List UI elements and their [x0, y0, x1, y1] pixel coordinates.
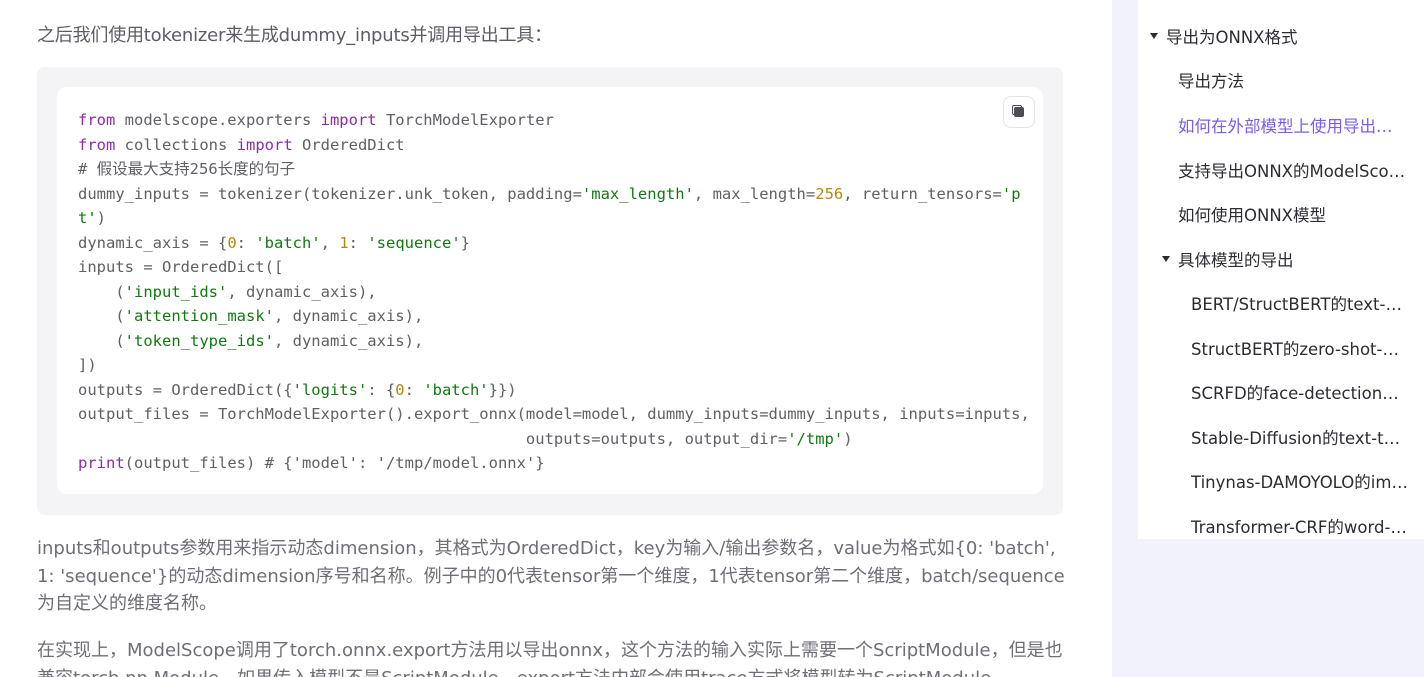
caret-down-icon[interactable]	[1150, 33, 1158, 39]
code-card: from modelscope.exporters import TorchMo…	[57, 87, 1043, 494]
article-content: 之后我们使用tokenizer来生成dummy_inputs并调用导出工具： f…	[0, 0, 1112, 677]
toc-item-supported-models[interactable]: 支持导出ONNX的ModelScope模型	[1178, 158, 1408, 182]
paragraph-implementation: 在实现上，ModelScope调用了torch.onnx.export方法用以导…	[37, 640, 1063, 677]
code-line: # 假设最大支持256长度的句子	[78, 160, 296, 178]
toc-subitem[interactable]: SCRFD的face-detection模型	[1191, 380, 1408, 404]
toc-subitem[interactable]: Stable-Diffusion的text-to-image模型	[1191, 425, 1408, 449]
toc-subitem[interactable]: Transformer-CRF的word-segmentation	[1191, 514, 1408, 538]
code-line: print(output_files) # {'model': '/tmp/mo…	[78, 454, 545, 472]
code-line: dynamic_axis = {0: 'batch', 1: 'sequence…	[78, 233, 471, 252]
code-block: from modelscope.exporters import TorchMo…	[37, 67, 1063, 515]
code-line: dummy_inputs = tokenizer(tokenizer.unk_t…	[78, 184, 1021, 203]
toc-item-export-method[interactable]: 导出方法	[1178, 68, 1408, 92]
copy-button[interactable]	[1003, 96, 1035, 128]
toc-section-model-export[interactable]: 具体模型的导出	[1178, 247, 1408, 271]
code-line: output_files = TorchModelExporter().expo…	[78, 405, 1030, 423]
caret-down-icon[interactable]	[1162, 256, 1170, 262]
table-of-contents: 导出为ONNX格式 导出方法 如何在外部模型上使用导出工具 支持导出ONNX的M…	[1138, 0, 1424, 539]
code-listing: from modelscope.exporters import TorchMo…	[78, 108, 1030, 476]
toc-subitem[interactable]: Tinynas-DAMOYOLO的image-object-detection	[1191, 469, 1408, 493]
code-line: from modelscope.exporters import TorchMo…	[78, 111, 554, 129]
code-line: inputs = OrderedDict([	[78, 258, 284, 276]
toc-item-use-onnx[interactable]: 如何使用ONNX模型	[1178, 202, 1408, 226]
code-line: from collections import OrderedDict	[78, 135, 405, 154]
code-line: ('attention_mask', dynamic_axis),	[78, 307, 424, 325]
code-line: t')	[78, 209, 107, 227]
toc-subitem[interactable]: BERT/StructBERT的text-classification	[1191, 291, 1408, 315]
intro-text: 之后我们使用tokenizer来生成dummy_inputs并调用导出工具：	[37, 25, 552, 46]
paragraph-dynamic-axes: inputs和outputs参数用来指示动态dimension，其格式为Orde…	[37, 538, 1065, 614]
code-line: outputs = OrderedDict({'logits': {0: 'ba…	[78, 380, 517, 399]
toc-subitem[interactable]: StructBERT的zero-shot-classification	[1191, 336, 1408, 360]
copy-icon	[1014, 107, 1024, 117]
code-line: ('token_type_ids', dynamic_axis),	[78, 331, 424, 350]
toc-section-export-onnx[interactable]: 导出为ONNX格式	[1166, 24, 1406, 48]
code-line: ('input_ids', dynamic_axis),	[78, 282, 377, 301]
toc-item-external-model[interactable]: 如何在外部模型上使用导出工具	[1178, 113, 1408, 137]
code-line: ])	[78, 356, 97, 374]
code-line: outputs=outputs, output_dir='/tmp')	[78, 429, 853, 448]
